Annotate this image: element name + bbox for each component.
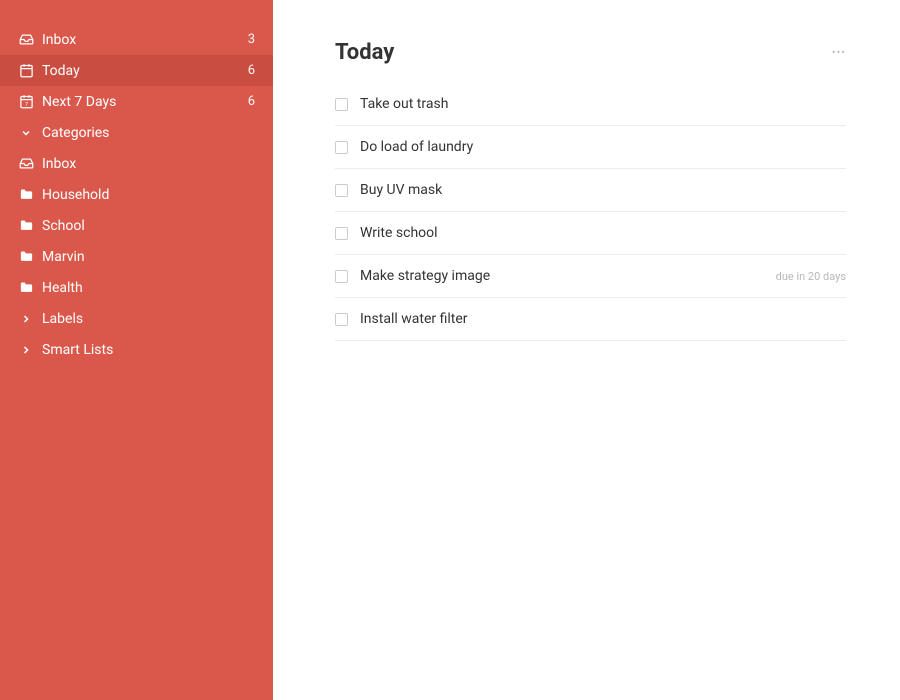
calendar-week-icon: 7 <box>18 94 34 110</box>
sidebar-item-marvin[interactable]: Marvin <box>0 241 273 272</box>
task-checkbox[interactable] <box>335 141 348 154</box>
sidebar-item-count: 6 <box>248 94 255 109</box>
sidebar-item-label: Health <box>42 280 255 296</box>
sidebar: Inbox 3 Today 6 7 Next 7 Days 6 Categori… <box>0 0 273 700</box>
sidebar-item-category-inbox[interactable]: Inbox <box>0 148 273 179</box>
sidebar-item-label: Labels <box>42 311 255 327</box>
inbox-icon <box>18 32 34 48</box>
task-label: Do load of laundry <box>360 139 846 155</box>
sidebar-item-labels[interactable]: Labels <box>0 303 273 334</box>
sidebar-item-health[interactable]: Health <box>0 272 273 303</box>
task-checkbox[interactable] <box>335 184 348 197</box>
sidebar-item-today[interactable]: Today 6 <box>0 55 273 86</box>
task-label: Buy UV mask <box>360 182 846 198</box>
folder-icon <box>18 218 34 234</box>
sidebar-item-categories[interactable]: Categories <box>0 117 273 148</box>
inbox-icon <box>18 156 34 172</box>
task-row[interactable]: Take out trash <box>335 83 846 126</box>
task-label: Make strategy image <box>360 268 776 284</box>
sidebar-item-school[interactable]: School <box>0 210 273 241</box>
folder-icon <box>18 249 34 265</box>
calendar-today-icon <box>18 63 34 79</box>
task-row[interactable]: Make strategy image due in 20 days <box>335 255 846 298</box>
sidebar-item-inbox[interactable]: Inbox 3 <box>0 24 273 55</box>
chevron-right-icon <box>18 311 34 327</box>
folder-icon <box>18 280 34 296</box>
sidebar-item-label: School <box>42 218 255 234</box>
task-label: Install water filter <box>360 311 846 327</box>
main-content: Today ••• Take out trash Do load of laun… <box>273 0 900 700</box>
sidebar-item-label: Categories <box>42 125 255 141</box>
sidebar-item-label: Inbox <box>42 32 248 48</box>
sidebar-item-smart-lists[interactable]: Smart Lists <box>0 334 273 365</box>
task-checkbox[interactable] <box>335 313 348 326</box>
task-label: Write school <box>360 225 846 241</box>
task-checkbox[interactable] <box>335 98 348 111</box>
header-row: Today ••• <box>335 40 846 65</box>
folder-icon <box>18 187 34 203</box>
task-row[interactable]: Write school <box>335 212 846 255</box>
sidebar-item-count: 6 <box>248 63 255 78</box>
sidebar-item-label: Smart Lists <box>42 342 255 358</box>
chevron-down-icon <box>18 125 34 141</box>
task-row[interactable]: Install water filter <box>335 298 846 341</box>
task-checkbox[interactable] <box>335 270 348 283</box>
sidebar-item-household[interactable]: Household <box>0 179 273 210</box>
svg-text:7: 7 <box>24 102 27 108</box>
task-label: Take out trash <box>360 96 846 112</box>
sidebar-item-label: Inbox <box>42 156 255 172</box>
more-icon[interactable]: ••• <box>832 46 846 59</box>
sidebar-item-label: Today <box>42 63 248 79</box>
sidebar-item-label: Marvin <box>42 249 255 265</box>
sidebar-item-count: 3 <box>248 32 255 47</box>
sidebar-item-label: Household <box>42 187 255 203</box>
task-row[interactable]: Buy UV mask <box>335 169 846 212</box>
task-checkbox[interactable] <box>335 227 348 240</box>
sidebar-item-next7days[interactable]: 7 Next 7 Days 6 <box>0 86 273 117</box>
task-due: due in 20 days <box>776 270 846 283</box>
chevron-right-icon <box>18 342 34 358</box>
sidebar-item-label: Next 7 Days <box>42 94 248 110</box>
page-title: Today <box>335 40 394 65</box>
task-row[interactable]: Do load of laundry <box>335 126 846 169</box>
